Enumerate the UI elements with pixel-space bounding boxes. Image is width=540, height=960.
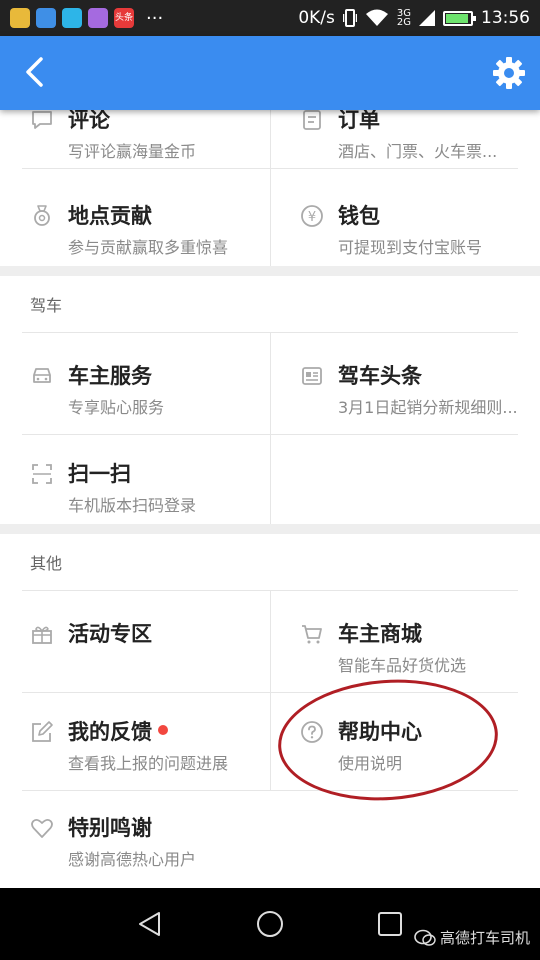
tile-title: 钱包 bbox=[338, 204, 380, 228]
tile-title: 车主商城 bbox=[338, 622, 422, 646]
comment-icon bbox=[32, 111, 52, 129]
back-button[interactable] bbox=[14, 52, 54, 92]
tile-subtitle: 智能车品好货优选 bbox=[338, 656, 467, 675]
watermark: 高德打车司机 bbox=[414, 927, 530, 948]
tile-special-thanks[interactable]: 特别鸣谢 感谢高德热心用户 bbox=[22, 806, 272, 888]
signal-icon bbox=[419, 10, 435, 26]
message-notification-icon bbox=[36, 8, 56, 28]
tile-subtitle: 查看我上报的问题进展 bbox=[68, 754, 229, 773]
tile-driving-news[interactable]: 驾车头条 3月1日起销分新规细则... bbox=[292, 354, 540, 444]
news-app-icon: 头条 bbox=[114, 8, 134, 28]
svg-text:¥: ¥ bbox=[308, 210, 316, 225]
tile-car-owner-service[interactable]: 车主服务 专享贴心服务 bbox=[22, 354, 272, 444]
status-bar: 头条 ··· 0K/s 3G 2G 13:56 bbox=[0, 0, 540, 36]
notification-dot bbox=[158, 725, 168, 735]
scan-icon bbox=[32, 464, 52, 484]
tile-my-feedback[interactable]: 我的反馈 查看我上报的问题进展 bbox=[22, 710, 272, 800]
tile-order[interactable]: 订单 酒店、门票、火车票... bbox=[292, 110, 540, 188]
tile-subtitle: 感谢高德热心用户 bbox=[68, 850, 197, 869]
tile-activity-zone[interactable]: 活动专区 bbox=[22, 612, 272, 702]
circle-home-icon bbox=[257, 911, 283, 937]
settings-content[interactable]: 评论 写评论赢海量金币 订单 酒店、门票、火车票... 地点贡献 参与贡献赢取多… bbox=[0, 110, 540, 888]
edit-icon bbox=[32, 721, 53, 742]
chevron-left-icon bbox=[26, 57, 43, 87]
heart-icon bbox=[31, 818, 53, 838]
wallet-icon: ¥ bbox=[301, 205, 323, 227]
cart-icon bbox=[302, 625, 322, 644]
tile-title: 活动专区 bbox=[68, 622, 152, 646]
tile-title: 特别鸣谢 bbox=[68, 816, 152, 840]
vibrate-icon bbox=[342, 9, 357, 27]
tile-comment[interactable]: 评论 写评论赢海量金币 bbox=[22, 110, 272, 188]
nav-back-button[interactable] bbox=[130, 904, 170, 944]
tile-title: 评论 bbox=[68, 110, 110, 132]
tile-title: 地点贡献 bbox=[68, 204, 152, 228]
car-icon bbox=[33, 368, 51, 383]
app-notification-icon bbox=[10, 8, 30, 28]
battery-fill bbox=[446, 13, 469, 23]
settings-button[interactable] bbox=[488, 52, 530, 94]
tile-subtitle: 酒店、门票、火车票... bbox=[338, 142, 498, 161]
tile-subtitle: 可提现到支付宝账号 bbox=[338, 238, 483, 257]
divider bbox=[22, 790, 518, 791]
tile-title: 订单 bbox=[338, 110, 380, 132]
watermark-text: 高德打车司机 bbox=[439, 929, 530, 947]
tile-title: 我的反馈 bbox=[68, 716, 168, 746]
gallery-notification-icon bbox=[88, 8, 108, 28]
battery-icon bbox=[443, 10, 476, 26]
tile-subtitle: 3月1日起销分新规细则... bbox=[338, 398, 518, 417]
nav-home-button[interactable] bbox=[250, 904, 290, 944]
more-notifications-icon: ··· bbox=[146, 7, 164, 29]
news-icon bbox=[302, 367, 322, 385]
tile-title: 扫一扫 bbox=[68, 462, 131, 486]
square-recents-icon bbox=[378, 912, 402, 936]
driving-card: 驾车 车主服务 专享贴心服务 驾车头条 3月1日起销分新规细则... 扫一扫 车… bbox=[0, 276, 540, 524]
tile-title: 车主服务 bbox=[68, 364, 152, 388]
net-speed: 0K/s bbox=[298, 8, 335, 28]
section-title-other: 其他 bbox=[30, 554, 63, 573]
tile-place-contribution[interactable]: 地点贡献 参与贡献赢取多重惊喜 bbox=[22, 194, 272, 284]
app-bar bbox=[0, 36, 540, 110]
gift-icon bbox=[32, 626, 52, 644]
tile-subtitle: 参与贡献赢取多重惊喜 bbox=[68, 238, 229, 257]
wifi-icon bbox=[365, 9, 388, 26]
network-type: 3G 2G bbox=[396, 8, 411, 28]
tile-subtitle: 专享贴心服务 bbox=[68, 398, 165, 417]
notification-icons: 头条 ··· bbox=[10, 8, 163, 29]
chat-notification-icon bbox=[62, 8, 82, 28]
navigation-bar bbox=[0, 888, 540, 960]
tile-scan[interactable]: 扫一扫 车机版本扫码登录 bbox=[22, 452, 272, 542]
order-icon bbox=[303, 110, 321, 130]
chat-bubble-icon bbox=[414, 929, 436, 946]
tile-wallet[interactable]: ¥ 钱包 可提现到支付宝账号 bbox=[292, 194, 540, 284]
gear-icon bbox=[493, 57, 525, 89]
divider bbox=[270, 590, 271, 790]
tile-title: 驾车头条 bbox=[338, 364, 422, 388]
triangle-back-icon bbox=[139, 912, 160, 936]
tile-subtitle: 写评论赢海量金币 bbox=[68, 142, 197, 161]
nav-recents-button[interactable] bbox=[370, 904, 410, 944]
tile-subtitle: 车机版本扫码登录 bbox=[68, 496, 197, 515]
section-title-driving: 驾车 bbox=[30, 296, 63, 315]
medal-icon bbox=[34, 205, 50, 226]
clock: 13:56 bbox=[481, 8, 530, 28]
top-card: 评论 写评论赢海量金币 订单 酒店、门票、火车票... 地点贡献 参与贡献赢取多… bbox=[0, 110, 540, 266]
